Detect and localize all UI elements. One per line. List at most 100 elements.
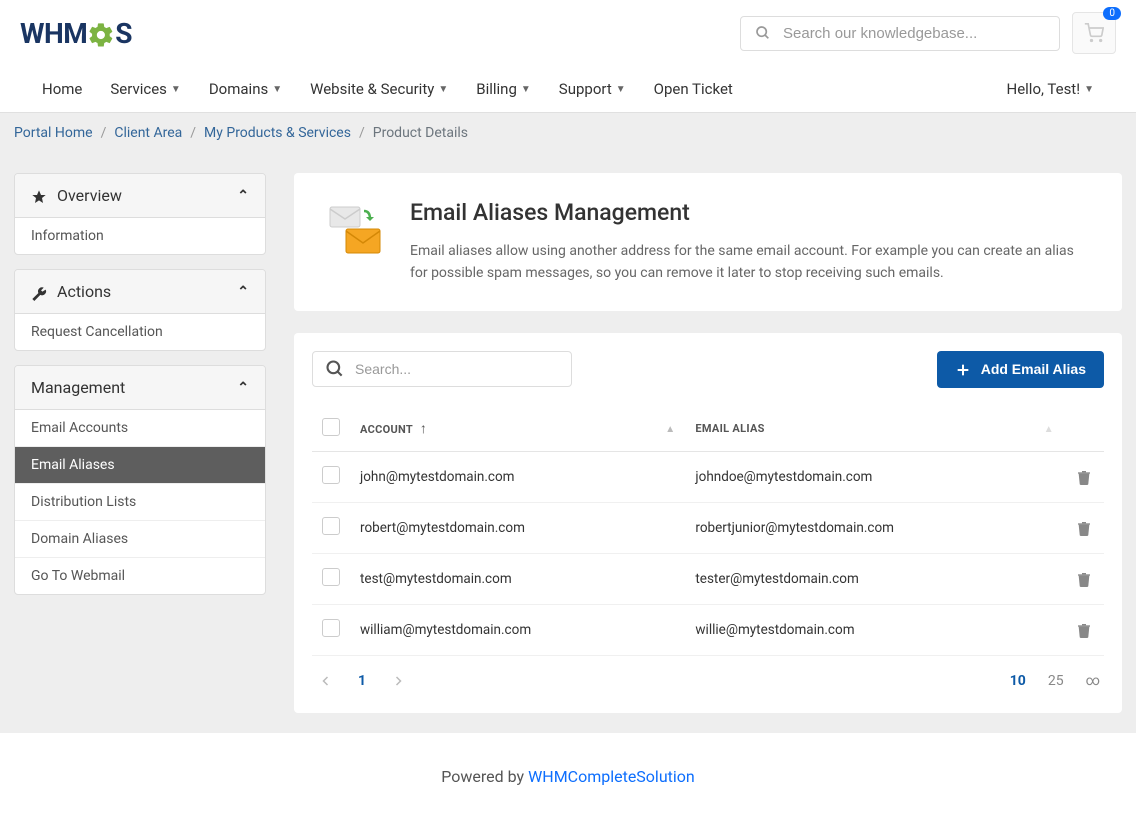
delete-row-button[interactable] (1076, 520, 1092, 536)
search-icon (325, 359, 345, 379)
nav-item-label: Website & Security (310, 80, 434, 98)
add-email-alias-button[interactable]: Add Email Alias (937, 351, 1104, 388)
sidebar-item-email-accounts[interactable]: Email Accounts (15, 410, 265, 446)
sidebar-item-domain-aliases[interactable]: Domain Aliases (15, 520, 265, 557)
cart-button[interactable]: 0 (1072, 12, 1116, 54)
nav-item-open-ticket[interactable]: Open Ticket (640, 66, 747, 112)
nav-item-label: Home (42, 80, 82, 98)
cell-alias: tester@mytestdomain.com (685, 554, 1029, 605)
panel-actions: Actions ⌃ Request Cancellation (14, 269, 266, 351)
page-description: Email aliases allow using another addres… (410, 240, 1088, 285)
breadcrumb: Portal Home/Client Area/My Products & Se… (0, 113, 1136, 153)
cart-icon (1084, 23, 1104, 43)
cell-account: test@mytestdomain.com (350, 554, 651, 605)
nav-item-label: Open Ticket (654, 80, 733, 98)
chevron-down-icon: ▼ (438, 84, 448, 95)
select-all-checkbox[interactable] (322, 418, 340, 436)
breadcrumb-link[interactable]: My Products & Services (204, 125, 351, 141)
cell-alias: willie@mytestdomain.com (685, 605, 1029, 656)
app-header: WHM S 0 (0, 0, 1136, 66)
footer-prefix: Powered by (441, 767, 528, 786)
plus-icon (955, 361, 971, 378)
email-alias-icon (328, 205, 384, 259)
breadcrumb-separator: / (182, 125, 204, 141)
nav-item-billing[interactable]: Billing ▼ (462, 66, 545, 112)
chevron-down-icon: ▼ (521, 84, 531, 95)
column-alias-header[interactable]: Email Alias (685, 406, 1029, 452)
aliases-table: Account ↑ ▲ Email Alias ▲ john@mytestdom… (312, 406, 1104, 656)
chevron-down-icon: ▼ (272, 84, 282, 95)
logo[interactable]: WHM S (20, 17, 132, 50)
page-title: Email Aliases Management (410, 199, 1088, 226)
table-row: robert@mytestdomain.com robertjunior@myte… (312, 503, 1104, 554)
nav-item-label: Support (559, 80, 612, 98)
panel-management: Management ⌃ Email AccountsEmail Aliases… (14, 365, 266, 595)
sidebar-item-information[interactable]: Information (15, 218, 265, 254)
next-page-button[interactable] (388, 670, 408, 691)
cell-alias: johndoe@mytestdomain.com (685, 452, 1029, 503)
search-icon (755, 25, 771, 41)
sidebar-item-go-to-webmail[interactable]: Go To Webmail (15, 557, 265, 594)
page-size-option[interactable]: ∞ (1086, 673, 1100, 689)
delete-row-button[interactable] (1076, 622, 1092, 638)
cell-account: john@mytestdomain.com (350, 452, 651, 503)
table-search-input[interactable] (355, 361, 559, 377)
wrench-icon (31, 282, 47, 301)
add-button-label: Add Email Alias (981, 361, 1086, 377)
star-icon (31, 186, 47, 205)
table-row: john@mytestdomain.com johndoe@mytestdomai… (312, 452, 1104, 503)
chevron-up-icon: ⌃ (237, 284, 249, 300)
logo-text-post: S (115, 17, 132, 50)
sort-caret-icon: ▲ (665, 424, 675, 435)
chevron-down-icon: ▼ (616, 84, 626, 95)
user-menu[interactable]: Hello, Test! ▼ (993, 66, 1109, 112)
panel-management-title: Management (31, 378, 125, 397)
breadcrumb-link[interactable]: Portal Home (14, 125, 93, 141)
cell-alias: robertjunior@mytestdomain.com (685, 503, 1029, 554)
chevron-down-icon: ▼ (1084, 84, 1094, 95)
cell-account: robert@mytestdomain.com (350, 503, 651, 554)
prev-page-button[interactable] (316, 670, 336, 691)
nav-item-domains[interactable]: Domains ▼ (195, 66, 296, 112)
nav-item-support[interactable]: Support ▼ (545, 66, 640, 112)
cart-badge: 0 (1103, 7, 1121, 20)
page-size-option[interactable]: 10 (1010, 673, 1026, 689)
column-account-header[interactable]: Account ↑ (350, 406, 651, 452)
nav-item-home[interactable]: Home (28, 66, 96, 112)
row-checkbox[interactable] (322, 466, 340, 484)
panel-management-header[interactable]: Management ⌃ (15, 366, 265, 410)
nav-item-website-security[interactable]: Website & Security ▼ (296, 66, 462, 112)
kb-search[interactable] (740, 16, 1060, 51)
logo-text-pre: WHM (20, 17, 87, 50)
current-page[interactable]: 1 (358, 673, 366, 689)
breadcrumb-separator: / (351, 125, 373, 141)
row-checkbox[interactable] (322, 517, 340, 535)
panel-overview-title: Overview (57, 186, 122, 205)
sort-caret-icon: ▲ (1044, 424, 1054, 435)
sidebar-item-distribution-lists[interactable]: Distribution Lists (15, 483, 265, 520)
sidebar-item-request-cancellation[interactable]: Request Cancellation (15, 314, 265, 350)
panel-overview: Overview ⌃ Information (14, 173, 266, 255)
chevron-down-icon: ▼ (171, 84, 181, 95)
main-nav: Home Services▼ Domains ▼ Website & Security ▼… (0, 66, 1136, 113)
column-sort-placeholder-2: ▲ (1030, 406, 1064, 452)
nav-item-label: Domains (209, 80, 268, 98)
gear-icon (87, 17, 115, 50)
panel-actions-header[interactable]: Actions ⌃ (15, 270, 265, 314)
delete-row-button[interactable] (1076, 571, 1092, 587)
breadcrumb-link[interactable]: Client Area (114, 125, 182, 141)
breadcrumb-current: Product Details (373, 125, 468, 141)
panel-overview-header[interactable]: Overview ⌃ (15, 174, 265, 218)
chevron-up-icon: ⌃ (237, 380, 249, 396)
sidebar-item-email-aliases[interactable]: Email Aliases (15, 446, 265, 483)
page-size-option[interactable]: 25 (1048, 673, 1064, 689)
row-checkbox[interactable] (322, 619, 340, 637)
nav-item-label: Billing (476, 80, 517, 98)
footer-link[interactable]: WHMCompleteSolution (528, 767, 695, 786)
kb-search-input[interactable] (783, 25, 1045, 42)
row-checkbox[interactable] (322, 568, 340, 586)
column-sort-placeholder: ▲ (651, 406, 685, 452)
table-search[interactable] (312, 351, 572, 387)
delete-row-button[interactable] (1076, 469, 1092, 485)
nav-item-services[interactable]: Services▼ (96, 66, 194, 112)
